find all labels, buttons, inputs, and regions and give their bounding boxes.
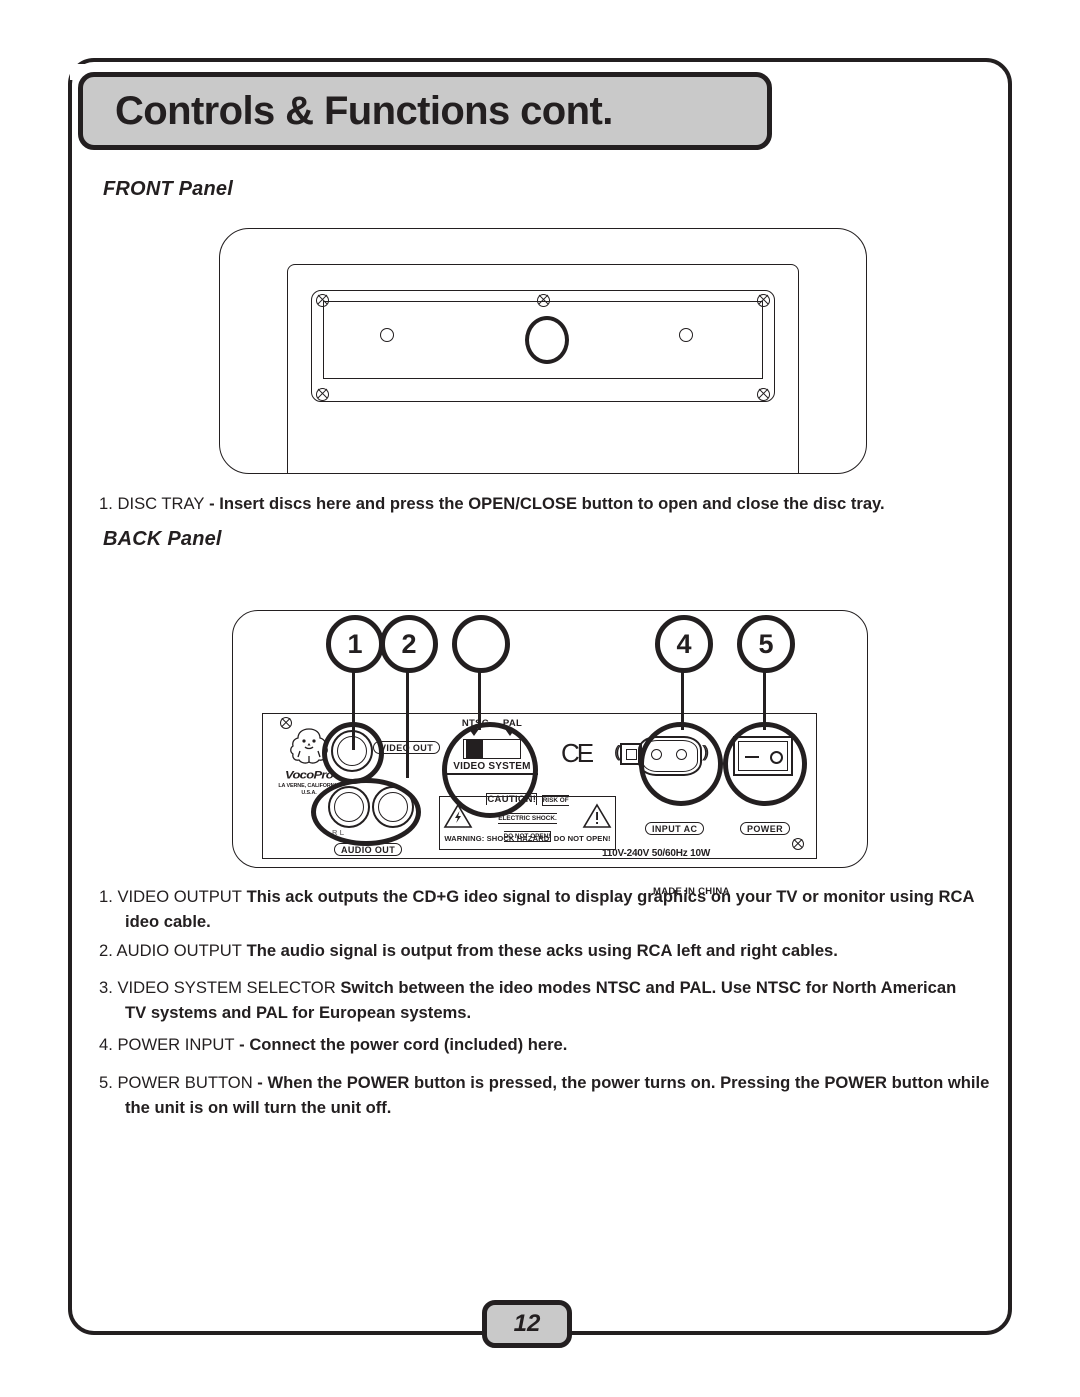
back-item-3-desc-b: NTSC — [595, 978, 641, 997]
back-item-1-desc-a: This ack outputs the — [246, 887, 413, 906]
front-indicator-right-icon — [679, 328, 693, 342]
back-panel-heading: BACK Panel — [103, 528, 222, 550]
ac-marker-left-icon: (( — [614, 742, 622, 761]
callout-marker-1: 1 — [326, 615, 384, 673]
back-item-3-line2-a: TV systems and — [125, 1003, 256, 1022]
front-item-1-term: DISC TRAY — [117, 494, 205, 513]
screw-icon — [757, 294, 770, 307]
power-rating-text: 110V-240V 50/60Hz 10W — [602, 848, 711, 859]
back-item-5-term: POWER BUTTON — [117, 1073, 253, 1092]
input-ac-label: INPUT AC — [645, 822, 705, 835]
back-item-4-number: 4. — [99, 1035, 113, 1054]
screw-icon — [757, 388, 770, 401]
back-item-3-line2-c: for European systems. — [287, 1003, 472, 1022]
front-item-1-desc-a: Insert discs here and press the — [219, 494, 469, 513]
back-item-5-desc-a: When the — [267, 1073, 347, 1092]
callout-ring-3 — [442, 722, 538, 818]
back-item-3-number: 3. — [99, 978, 113, 997]
front-item-1-dash: - — [204, 494, 220, 513]
callout-leader-2 — [406, 668, 410, 778]
callout-marker-4: 4 — [655, 615, 713, 673]
callout-ring-4 — [639, 722, 723, 806]
screw-icon — [792, 838, 804, 850]
back-item-5-desc-c: button is pressed, the power turns on. P… — [409, 1073, 825, 1092]
back-item-4: 4. POWER INPUT - Connect the power cord … — [99, 1032, 567, 1057]
back-item-5-dash: - — [252, 1073, 268, 1092]
disc-spindle-hole-icon — [525, 316, 569, 364]
front-item-1-number: 1. — [99, 494, 113, 513]
back-item-2-desc-c: left and right cables. — [671, 941, 838, 960]
screw-icon — [537, 294, 550, 307]
back-item-2-number: 2. — [99, 941, 113, 960]
back-item-2-term: AUDIO OUTPUT — [116, 941, 242, 960]
back-item-4-term: POWER INPUT — [117, 1035, 235, 1054]
back-item-3-desc-c: and — [640, 978, 680, 997]
callout-leader-1 — [352, 668, 356, 750]
back-item-5: 5. POWER BUTTON - When the POWER button … — [99, 1070, 989, 1120]
back-item-3-desc-d: PAL — [679, 978, 712, 997]
back-item-5-desc-b: POWER — [346, 1073, 410, 1092]
back-item-3-desc-a: Switch between the ideo modes — [340, 978, 596, 997]
power-label: POWER — [740, 822, 791, 835]
back-item-1-desc-b: CD+G — [412, 887, 460, 906]
back-item-2-desc-b: RCA — [636, 941, 672, 960]
callout-leader-3 — [478, 668, 482, 730]
back-item-1: 1. VIDEO OUTPUT This ack outputs the CD+… — [99, 884, 974, 934]
front-panel-diagram — [219, 228, 867, 474]
front-item-1: 1. DISC TRAY - Insert discs here and pre… — [99, 491, 885, 516]
callout-leader-4 — [681, 668, 685, 730]
back-item-3-line2-b: PAL — [255, 1003, 288, 1022]
back-item-4-dash: - — [234, 1035, 250, 1054]
front-panel-heading: FRONT Panel — [103, 178, 233, 200]
back-item-1-desc-c: ideo signal to display graphics on your … — [459, 887, 939, 906]
callout-ring-5 — [723, 722, 807, 806]
back-item-5-desc-e: button while — [887, 1073, 990, 1092]
back-item-3-desc-e: . Use — [711, 978, 756, 997]
callout-marker-3 — [452, 615, 510, 673]
back-item-1-number: 1. — [99, 887, 113, 906]
callout-ring-2 — [311, 778, 421, 846]
back-item-3: 3. VIDEO SYSTEM SELECTOR Switch between … — [99, 975, 956, 1025]
callout-marker-5: 5 — [737, 615, 795, 673]
screw-icon — [316, 388, 329, 401]
callout-leader-5 — [763, 668, 767, 730]
back-item-2: 2. AUDIO OUTPUT The audio signal is outp… — [99, 938, 838, 963]
front-indicator-left-icon — [380, 328, 394, 342]
callout-marker-2: 2 — [380, 615, 438, 673]
back-item-3-term: VIDEO SYSTEM SELECTOR — [117, 978, 336, 997]
front-item-1-desc-c: button to open and close the disc tray. — [577, 494, 885, 513]
back-item-3-line2: TV systems and PAL for European systems. — [99, 1000, 956, 1025]
double-insulation-inner — [625, 748, 637, 760]
caution-footer: WARNING: SHOCK HAZARD. DO NOT OPEN! — [444, 834, 611, 843]
back-item-5-line2: the unit is on will turn the unit off. — [125, 1098, 392, 1117]
exclamation-warning-icon — [582, 803, 612, 829]
back-item-1-term: VIDEO OUTPUT — [117, 887, 242, 906]
back-item-3-desc-g: for North American — [801, 978, 957, 997]
page-number: 12 — [513, 1310, 541, 1337]
front-item-1-desc-b: OPEN/CLOSE — [468, 494, 578, 513]
back-item-1-line2: ideo cable. — [125, 912, 211, 931]
back-item-4-desc-a: Connect the power cord (included) here. — [249, 1035, 568, 1054]
ce-mark-icon: CE — [561, 738, 594, 768]
page-title: Controls & Functions cont. — [115, 88, 613, 133]
page-number-plate: 12 — [482, 1300, 572, 1348]
back-item-2-desc-a: The audio signal is output from these ac… — [246, 941, 637, 960]
back-item-5-desc-d: POWER — [824, 1073, 888, 1092]
back-item-1-desc-d: RCA — [938, 887, 975, 906]
back-item-5-number: 5. — [99, 1073, 113, 1092]
screw-icon — [316, 294, 329, 307]
back-item-3-desc-f: NTSC — [755, 978, 802, 997]
page-title-plate: Controls & Functions cont. — [78, 72, 772, 150]
